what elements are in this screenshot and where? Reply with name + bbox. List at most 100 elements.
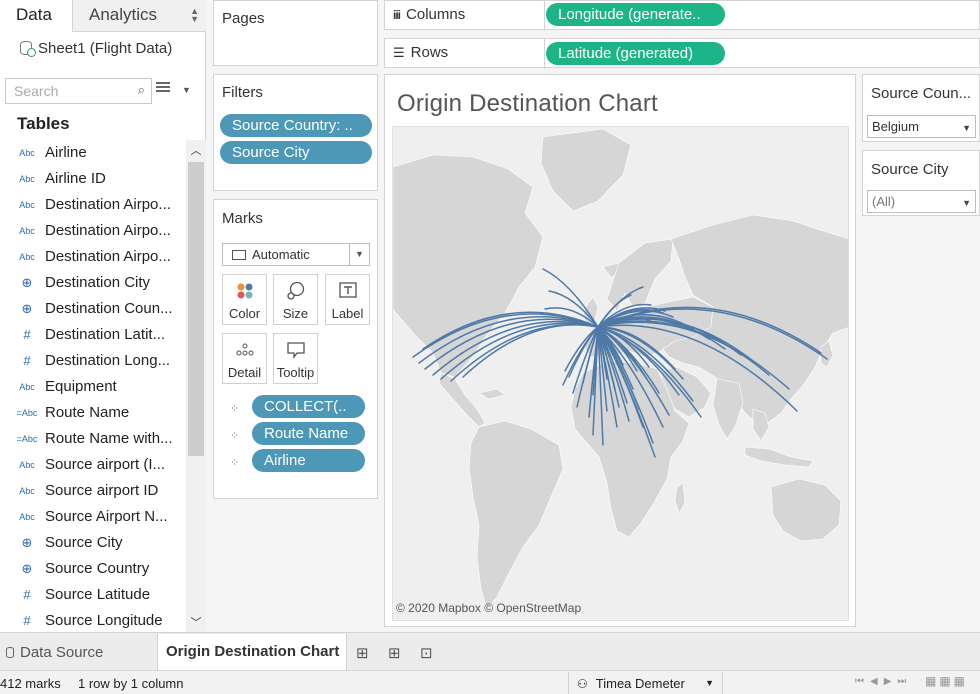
globe-icon: ⊕ (21, 535, 33, 550)
detail-button[interactable]: Detail (222, 333, 267, 384)
columns-label-text: Columns (406, 6, 466, 23)
search-icon: ⌕ (137, 82, 145, 97)
detail-icon (236, 343, 254, 356)
string-icon: Abc (19, 382, 35, 392)
number-icon: # (23, 587, 31, 602)
tab-data[interactable]: Data (0, 0, 72, 32)
filter-pill-source-country[interactable]: Source Country: .. (220, 114, 372, 137)
field-item[interactable]: ⊕ Destination City (0, 270, 186, 296)
field-item[interactable]: Abc Source airport (I... (0, 452, 186, 478)
sheet-view-buttons[interactable]: ▦▦▦ (925, 674, 968, 688)
string-icon: Abc (19, 252, 35, 262)
source-country-select[interactable]: Belgium ▼ (867, 115, 976, 138)
size-label: Size (282, 306, 309, 321)
field-item[interactable]: =Abc Route Name (0, 400, 186, 426)
field-item[interactable]: # Source Longitude (0, 608, 186, 632)
scroll-thumb[interactable] (188, 162, 204, 456)
field-item[interactable]: Abc Airline ID (0, 166, 186, 192)
string-icon: Abc (19, 486, 35, 496)
chevron-down-icon: ▼ (962, 123, 971, 133)
chart-title: Origin Destination Chart (397, 90, 658, 117)
field-item[interactable]: ⊕ Source Country (0, 556, 186, 582)
marks-title: Marks (222, 210, 263, 227)
globe-icon: ⊕ (21, 301, 33, 316)
label-label: Label (331, 306, 364, 321)
land-australia (770, 478, 842, 542)
map-icon (232, 250, 246, 260)
field-item[interactable]: Abc Destination Airpo... (0, 218, 186, 244)
rows-shelf[interactable]: ☰ Rows Latitude (generated) (384, 38, 980, 69)
marks-pill-route-name[interactable]: Route Name (252, 422, 365, 445)
user-name: Timea Demeter (595, 676, 685, 691)
string-icon: Abc (19, 174, 35, 184)
land-central-america (438, 372, 486, 428)
columns-pill-longitude[interactable]: Longitude (generate.. (546, 3, 725, 26)
field-label: Destination Latit... (45, 326, 166, 343)
tables-header: Tables (17, 114, 70, 133)
field-item[interactable]: Abc Destination Airpo... (0, 192, 186, 218)
updown-icon: ▲ ▼ (190, 6, 199, 24)
marks-card: Marks Automatic ▼ Color Size Label Detai… (213, 199, 378, 499)
field-item[interactable]: Abc Equipment (0, 374, 186, 400)
search-placeholder: Search (14, 83, 59, 99)
field-label: Destination City (45, 274, 151, 291)
label-button[interactable]: Label (325, 274, 370, 325)
field-item[interactable]: Abc Source airport ID (0, 478, 186, 504)
field-label: Source City (45, 534, 123, 551)
color-button[interactable]: Color (222, 274, 267, 325)
land-scandinavia (606, 238, 674, 312)
search-input[interactable]: Search ⌕ (5, 78, 152, 104)
columns-label: iii Columns (385, 1, 545, 31)
tooltip-button[interactable]: Tooltip (273, 333, 318, 384)
field-item[interactable]: Abc Airline (0, 140, 186, 166)
field-item[interactable]: ⊕ Source City (0, 530, 186, 556)
list-view-icon[interactable] (156, 82, 170, 98)
scroll-down-icon[interactable]: ﹀ (186, 614, 206, 630)
scroll-up-icon[interactable]: ︿ (186, 142, 206, 158)
land-south-america (468, 420, 564, 610)
field-item[interactable]: # Destination Long... (0, 348, 186, 374)
field-item[interactable]: # Destination Latit... (0, 322, 186, 348)
quick-filter-source-city: Source City (All) ▼ (862, 150, 980, 216)
size-button[interactable]: Size (273, 274, 318, 325)
chevron-down-icon[interactable]: ▼ (182, 85, 192, 95)
data-source-item[interactable]: Sheet1 (Flight Data) (0, 36, 206, 64)
field-item[interactable]: Abc Destination Airpo... (0, 244, 186, 270)
land-caribbean (478, 388, 506, 400)
filter-pill-source-city[interactable]: Source City (220, 141, 372, 164)
size-icon (287, 281, 305, 300)
field-label: Source Country (45, 560, 150, 577)
user-menu[interactable]: ⚇ Timea Demeter ▼ (568, 672, 723, 694)
field-item[interactable]: Abc Source Airport N... (0, 504, 186, 530)
source-city-select[interactable]: (All) ▼ (867, 190, 976, 213)
pages-shelf[interactable]: Pages (213, 0, 378, 66)
filters-shelf[interactable]: Filters Source Country: .. Source City (213, 74, 378, 191)
marks-pill-collect[interactable]: COLLECT(.. (252, 395, 365, 418)
chevron-down-icon: ▼ (349, 244, 369, 265)
field-item[interactable]: # Source Latitude (0, 582, 186, 608)
field-item[interactable]: ⊕ Destination Coun... (0, 296, 186, 322)
field-label: Airline (45, 144, 87, 161)
new-dashboard-icon[interactable]: ⊞ (388, 644, 406, 662)
color-icon (237, 283, 253, 299)
mark-type-dropdown[interactable]: Automatic ▼ (222, 243, 370, 266)
columns-shelf[interactable]: iii Columns Longitude (generate.. (384, 0, 980, 31)
status-dimensions: 1 row by 1 column (78, 676, 184, 691)
new-worksheet-icon[interactable]: ⊞ (356, 644, 374, 662)
rows-icon: ☰ (393, 45, 405, 60)
sheet-tab-origin-destination[interactable]: Origin Destination Chart (157, 634, 347, 670)
marks-pill-airline[interactable]: Airline (252, 449, 365, 472)
rows-pill-latitude[interactable]: Latitude (generated) (546, 42, 725, 65)
sheet-navigation[interactable]: ⏮◀▶⏭ (855, 676, 912, 687)
field-label: Destination Coun... (45, 300, 173, 317)
number-icon: # (23, 327, 31, 342)
mark-type-value: Automatic (252, 247, 310, 262)
quick-filter-source-country: Source Coun... Belgium ▼ (862, 74, 980, 142)
field-label: Destination Long... (45, 352, 171, 369)
map-view[interactable] (392, 126, 849, 621)
tab-analytics[interactable]: Analytics ▲ ▼ (72, 0, 206, 32)
field-item[interactable]: =Abc Route Name with... (0, 426, 186, 452)
land-north-america (393, 154, 544, 378)
data-source-tab[interactable]: Data Source (0, 634, 157, 670)
new-story-icon[interactable]: ⊡ (420, 644, 438, 662)
